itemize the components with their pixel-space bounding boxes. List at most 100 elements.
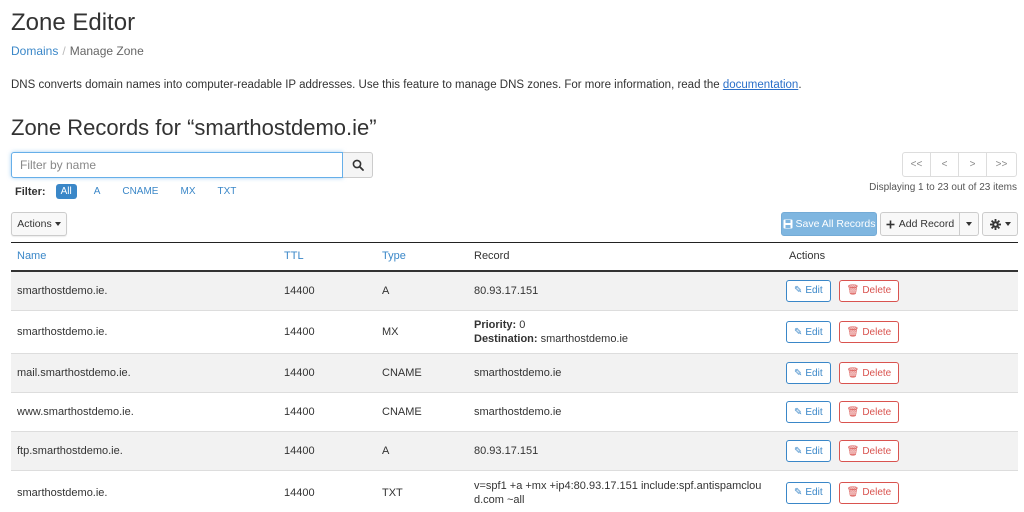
settings-dropdown-button[interactable]: [982, 212, 1018, 236]
priority-label: Priority:: [474, 319, 517, 331]
record-value: 80.93.17.151: [468, 431, 780, 471]
page-title: Zone Editor: [11, 9, 136, 36]
filter-txt[interactable]: TXT: [212, 184, 241, 199]
record-name: smarthostdemo.ie.: [11, 310, 278, 354]
zone-records-table: Name TTL Type Record Actions smarthostde…: [11, 242, 1018, 512]
table-header-row: Name TTL Type Record Actions: [11, 242, 1018, 272]
record-name: mail.smarthostdemo.ie.: [11, 353, 278, 393]
delete-button[interactable]: 🗑 Delete: [838, 440, 900, 462]
search-group: [11, 152, 373, 178]
record-ttl: 14400: [278, 431, 376, 471]
pager-prev-button[interactable]: <: [930, 152, 959, 177]
caret-down-icon: [1004, 222, 1011, 226]
gear-icon: [989, 218, 1001, 230]
record-type: CNAME: [376, 392, 468, 432]
breadcrumb-domains-link[interactable]: Domains: [11, 44, 58, 58]
delete-button[interactable]: 🗑 Delete: [838, 279, 900, 302]
record-value: smarthostdemo.ie: [468, 392, 780, 432]
trash-icon: 🗑: [846, 445, 860, 457]
add-record-button[interactable]: Add Record: [880, 212, 960, 236]
pager-last-button[interactable]: >>: [986, 152, 1017, 177]
delete-label: Delete: [862, 367, 892, 379]
breadcrumb: Domains / Manage Zone: [11, 44, 144, 58]
record-value: 80.93.17.151: [468, 270, 780, 311]
record-value: smarthostdemo.ie: [468, 353, 780, 393]
column-header-actions: Actions: [780, 242, 1018, 272]
priority-value: 0: [519, 319, 526, 331]
txt-record-line-2: d.com ~all: [474, 493, 525, 506]
trash-icon: 🗑: [846, 487, 860, 498]
destination-label: Destination:: [474, 333, 538, 345]
breadcrumb-separator: /: [62, 44, 66, 58]
pencil-icon: ✎: [794, 445, 803, 457]
edit-button[interactable]: ✎ Edit: [786, 440, 831, 462]
filter-all[interactable]: All: [55, 184, 77, 199]
pencil-icon: ✎: [794, 487, 803, 498]
record-name: www.smarthostdemo.ie.: [11, 392, 278, 432]
record-actions: ✎ Edit 🗑 Delete: [780, 431, 1018, 471]
save-all-records-button[interactable]: Save All Records: [781, 212, 877, 236]
edit-label: Edit: [805, 487, 823, 498]
plus-icon: [886, 220, 895, 228]
edit-button[interactable]: ✎ Edit: [786, 279, 831, 302]
record-name: smarthostdemo.ie.: [11, 470, 278, 512]
edit-label: Edit: [805, 406, 823, 418]
filter-a[interactable]: A: [89, 184, 106, 199]
table-row: mail.smarthostdemo.ie. 14400 CNAME smart…: [11, 353, 1018, 393]
intro-text: DNS converts domain names into computer-…: [11, 79, 802, 91]
edit-button[interactable]: ✎ Edit: [786, 401, 831, 423]
edit-label: Edit: [805, 445, 823, 457]
delete-label: Delete: [862, 445, 892, 457]
intro-suffix: .: [798, 79, 802, 91]
delete-label: Delete: [862, 285, 892, 297]
documentation-link[interactable]: documentation: [723, 79, 798, 91]
filter-cname[interactable]: CNAME: [117, 184, 163, 199]
add-record-label: Add Record: [898, 218, 955, 230]
pencil-icon: ✎: [794, 326, 803, 338]
trash-icon: 🗑: [846, 367, 860, 379]
edit-label: Edit: [805, 367, 823, 379]
actions-dropdown-button[interactable]: Actions: [11, 212, 67, 236]
column-header-ttl[interactable]: TTL: [278, 242, 376, 272]
record-ttl: 14400: [278, 310, 376, 354]
section-title: Zone Records for “smarthostdemo.ie”: [11, 115, 377, 140]
save-all-records-label: Save All Records: [795, 218, 876, 230]
filter-by-name-input[interactable]: [11, 152, 343, 178]
save-icon: [783, 219, 793, 229]
table-row: smarthostdemo.ie. 14400 A 80.93.17.151 ✎…: [11, 270, 1018, 311]
record-ttl: 14400: [278, 270, 376, 311]
delete-button[interactable]: 🗑 Delete: [838, 321, 900, 343]
delete-label: Delete: [862, 406, 892, 418]
filter-label: Filter:: [15, 185, 46, 198]
record-name: smarthostdemo.ie.: [11, 270, 278, 311]
caret-down-icon: [966, 222, 972, 226]
search-button[interactable]: [343, 152, 373, 178]
record-type: MX: [376, 310, 468, 354]
record-actions: ✎ Edit 🗑 Delete: [780, 310, 1018, 354]
delete-button[interactable]: 🗑 Delete: [838, 481, 900, 504]
add-record-dropdown-toggle[interactable]: [959, 212, 979, 236]
column-header-type[interactable]: Type: [376, 242, 468, 272]
edit-button[interactable]: ✎ Edit: [786, 481, 831, 504]
record-value: Priority: 0 Destination: smarthostdemo.i…: [468, 310, 780, 354]
record-actions: ✎ Edit 🗑 Delete: [780, 270, 1018, 311]
delete-label: Delete: [862, 326, 892, 338]
delete-button[interactable]: 🗑 Delete: [838, 362, 900, 384]
filter-row: Filter: All A CNAME MX TXT: [15, 184, 247, 199]
edit-button[interactable]: ✎ Edit: [786, 362, 831, 384]
pencil-icon: ✎: [794, 367, 803, 379]
record-type: A: [376, 431, 468, 471]
record-ttl: 14400: [278, 470, 376, 512]
destination-value: smarthostdemo.ie: [540, 333, 629, 345]
filter-mx[interactable]: MX: [175, 184, 200, 199]
trash-icon: 🗑: [846, 326, 860, 338]
pager-next-button[interactable]: >: [958, 152, 987, 177]
pager-status: Displaying 1 to 23 out of 23 items: [869, 182, 1017, 193]
edit-button[interactable]: ✎ Edit: [786, 321, 831, 343]
pager-first-button[interactable]: <<: [902, 152, 931, 177]
column-header-name[interactable]: Name: [11, 242, 278, 272]
table-row: smarthostdemo.ie. 14400 MX Priority: 0 D…: [11, 310, 1018, 354]
record-type: TXT: [376, 470, 468, 512]
record-name: ftp.smarthostdemo.ie.: [11, 431, 278, 471]
delete-button[interactable]: 🗑 Delete: [838, 401, 900, 423]
